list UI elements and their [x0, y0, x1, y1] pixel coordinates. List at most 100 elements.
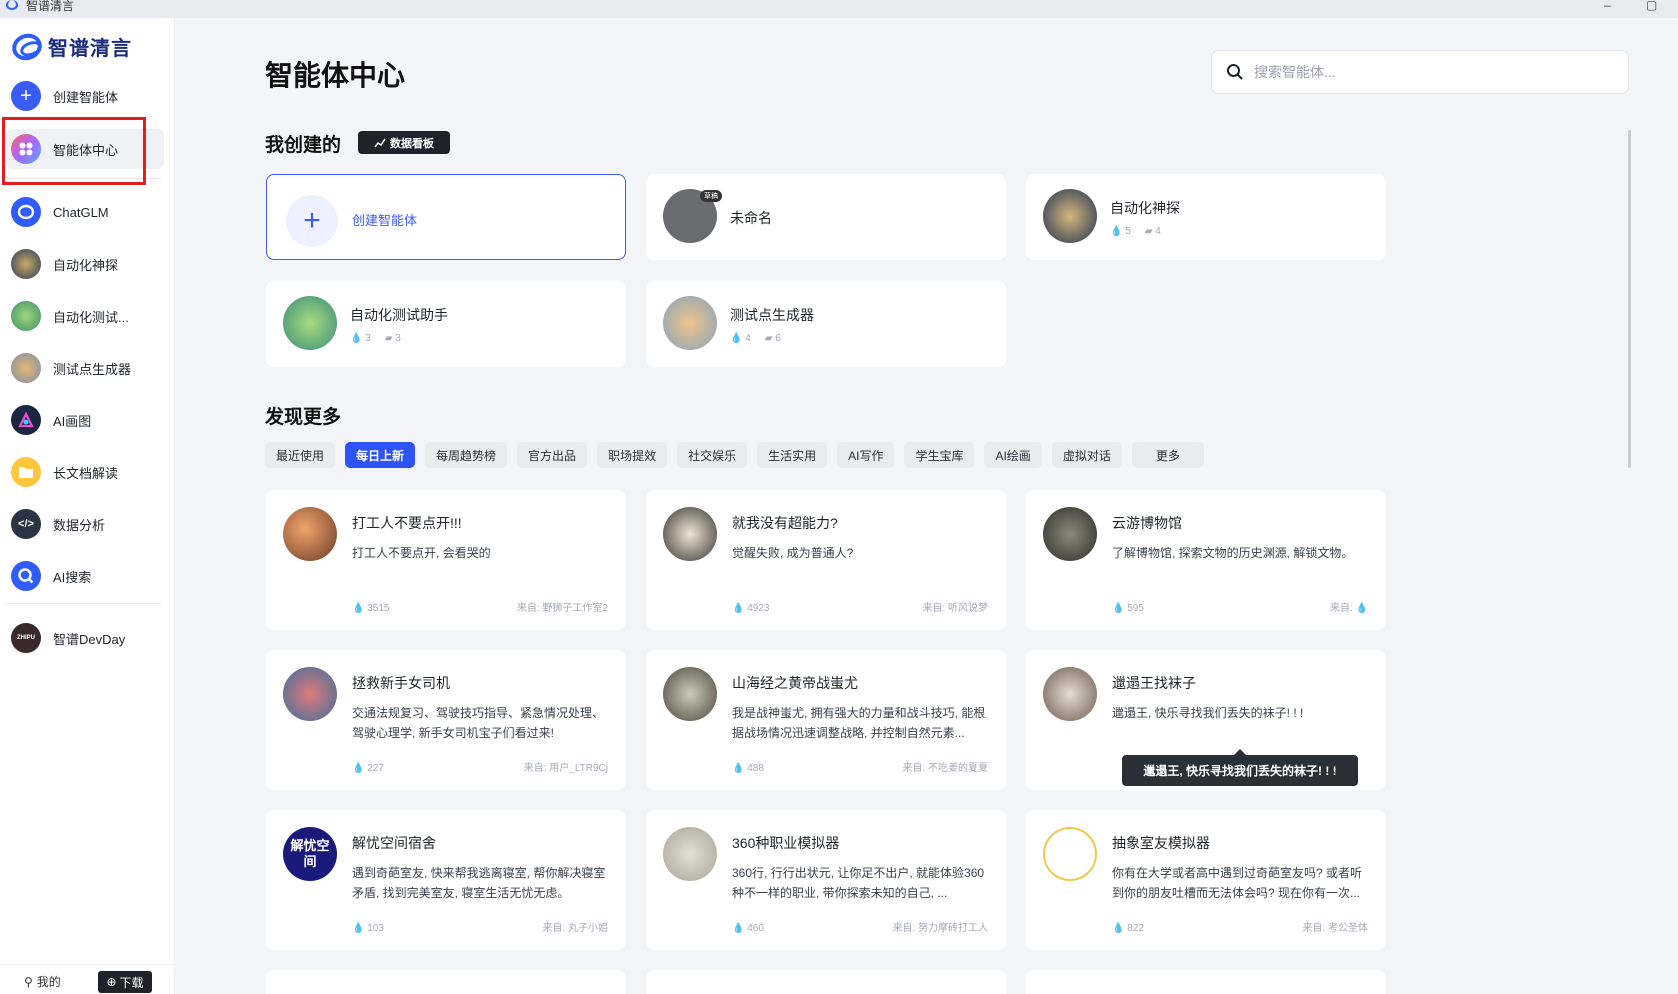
- agent-name: 就我没有超能力?: [732, 515, 838, 531]
- agent-card[interactable]: [266, 970, 626, 994]
- agent-name: 打工人不要点开!!!: [352, 515, 462, 531]
- usage-count: 💧 103: [352, 923, 384, 934]
- like-count: 💧 4: [730, 333, 751, 344]
- sidebar-item-create-agent[interactable]: + 创建智能体: [6, 76, 164, 116]
- user-icon: ⚲: [24, 974, 33, 989]
- agent-card[interactable]: 360种职业模拟器 360行, 行行出状元, 让你足不出户, 就能体验360种不…: [646, 810, 1006, 950]
- sidebar-item-ai-drawing[interactable]: AI画图: [6, 400, 164, 440]
- sidebar-item-label: AI搜索: [53, 569, 92, 585]
- agent-card[interactable]: [1026, 970, 1386, 994]
- tab-weekly-trend[interactable]: 每周趋势榜: [425, 442, 508, 468]
- agent-source: 来自: 不吃姜的夏夏: [902, 763, 988, 774]
- agent-name: 山海经之黄帝战蚩尤: [732, 675, 858, 691]
- search-input[interactable]: [1254, 64, 1594, 80]
- mine-label: 我的: [36, 975, 61, 989]
- usage-count: 💧 595: [1112, 603, 1144, 614]
- agent-card[interactable]: 抽象室友模拟器 你有在大学或者高中遇到过奇葩室友吗? 或者听到你的朋友吐槽而无法…: [1026, 810, 1386, 950]
- tab-workplace[interactable]: 职场提效: [597, 442, 668, 468]
- agent-avatar: [663, 296, 717, 350]
- sidebar-item-label: AI画图: [53, 413, 92, 429]
- my-agent-card[interactable]: 自动化测试助手 💧 3 ▰ 3: [266, 281, 626, 367]
- tab-official[interactable]: 官方出品: [517, 442, 588, 468]
- agent-source: 来自: 用户_LTR9Cj: [523, 763, 608, 774]
- tab-student[interactable]: 学生宝库: [904, 442, 975, 468]
- page-title: 智能体中心: [265, 60, 406, 91]
- minimize-button[interactable]: –: [1604, 0, 1611, 11]
- sidebar-item-ai-search[interactable]: AI搜索: [6, 556, 164, 596]
- draft-badge: 草稿: [700, 190, 722, 202]
- agent-source: 来自: 努力摩砖打工人: [892, 923, 988, 934]
- dashboard-label: 数据看板: [390, 137, 434, 150]
- my-agent-card[interactable]: 草稿 未命名: [646, 174, 1006, 260]
- agent-description: 觉醒失败, 成为普通人?: [732, 546, 854, 560]
- sidebar-item-auto-detective[interactable]: 自动化神探: [6, 244, 164, 284]
- agent-description: 了解博物馆, 探索文物的历史渊源, 解锁文物。: [1112, 546, 1354, 560]
- agent-avatar: [1043, 507, 1097, 561]
- like-count: 💧 5: [1110, 226, 1131, 237]
- tab-daily-new[interactable]: 每日上新: [345, 442, 416, 468]
- sidebar-item-data-analysis[interactable]: </> 数据分析: [6, 504, 164, 544]
- sidebar-item-long-doc[interactable]: 长文档解读: [6, 452, 164, 492]
- tab-ai-writing[interactable]: AI写作: [837, 442, 895, 468]
- tab-virtual-chat[interactable]: 虚拟对话: [1051, 442, 1122, 468]
- agent-description: 交通法规复习、驾驶技巧指导、紧急情况处理、驾驶心理学, 新手女司机宝子们看过来!: [352, 706, 605, 740]
- agent-avatar: [283, 507, 337, 561]
- agent-source: 来自: 考公圣体: [1302, 923, 1368, 934]
- my-agent-card[interactable]: 自动化神探 💧 5 ▰ 4: [1026, 174, 1386, 260]
- mine-button[interactable]: ⚲ 我的: [24, 973, 61, 990]
- agent-card[interactable]: 拯救新手女司机 交通法规复习、驾驶技巧指导、紧急情况处理、驾驶心理学, 新手女司…: [266, 650, 626, 790]
- usage-count: 💧 3515: [352, 603, 390, 614]
- usage-count: 💧 822: [1112, 923, 1144, 934]
- scrollbar[interactable]: [1628, 130, 1631, 468]
- agent-name: 测试点生成器: [730, 307, 814, 323]
- agent-card[interactable]: 解忧空间 解忧空间宿舍 遇到奇葩室友, 快来帮我逃离寝室, 帮你解决寝室矛盾, …: [266, 810, 626, 950]
- sidebar-item-label: 智谱DevDay: [53, 631, 126, 647]
- agent-stats: 💧 4 ▰ 6: [730, 333, 781, 344]
- dashboard-button[interactable]: 数据看板: [358, 131, 450, 154]
- sidebar-item-chatglm[interactable]: ChatGLM: [6, 192, 164, 232]
- tab-ai-drawing[interactable]: AI绘画: [984, 442, 1042, 468]
- maximize-button[interactable]: ▢: [1646, 0, 1657, 11]
- tab-more[interactable]: 更多: [1131, 442, 1204, 468]
- my-agent-card[interactable]: 测试点生成器 💧 4 ▰ 6: [646, 281, 1006, 367]
- create-agent-card[interactable]: + 创建智能体: [266, 174, 626, 260]
- tab-recent[interactable]: 最近使用: [265, 442, 336, 468]
- agent-name: 云游博物馆: [1112, 515, 1182, 531]
- window-titlebar: 智谱清言 – ▢: [0, 0, 1678, 18]
- agent-avatar: [663, 667, 717, 721]
- brand[interactable]: 智谱清言: [8, 29, 132, 64]
- usage-count: 💧 4923: [732, 603, 770, 614]
- tab-social[interactable]: 社交娱乐: [677, 442, 748, 468]
- sidebar-item-label: 长文档解读: [53, 465, 119, 481]
- sidebar-item-label: 测试点生成器: [53, 361, 132, 377]
- chart-icon: [374, 138, 386, 147]
- agent-card[interactable]: 山海经之黄帝战蚩尤 我是战神蚩尤, 拥有强大的力量和战斗技巧, 能根据战场情况迅…: [646, 650, 1006, 790]
- agent-source: 来自: 听风说梦: [922, 603, 988, 614]
- tab-life[interactable]: 生活实用: [757, 442, 828, 468]
- plus-icon: +: [11, 81, 41, 111]
- download-button[interactable]: ⊕ 下载: [98, 971, 152, 993]
- sidebar-item-testpoint-generator[interactable]: 测试点生成器: [6, 348, 164, 388]
- agent-card[interactable]: 就我没有超能力? 觉醒失败, 成为普通人? 💧 4923 来自: 听风说梦: [646, 490, 1006, 630]
- download-icon: ⊕: [106, 975, 117, 989]
- agent-card[interactable]: [646, 970, 1006, 994]
- sidebar-item-auto-test[interactable]: 自动化测试...: [6, 296, 164, 336]
- agent-card[interactable]: 云游博物馆 了解博物馆, 探索文物的历史渊源, 解锁文物。 💧 595 来自: …: [1026, 490, 1386, 630]
- agent-name: 抽象室友模拟器: [1112, 835, 1210, 851]
- agent-avatar: 解忧空间: [283, 827, 337, 881]
- auto-test-avatar: [11, 301, 41, 331]
- agent-description: 打工人不要点开, 会看哭的: [352, 546, 491, 560]
- agent-description: 360行, 行行出状元, 让你足不出户, 就能体验360种不一样的职业, 带你探…: [732, 866, 985, 900]
- sidebar-item-label: 数据分析: [53, 517, 106, 533]
- ai-search-icon: [11, 561, 41, 591]
- sidebar-item-devday[interactable]: ZHIPU 智谱DevDay: [6, 618, 164, 658]
- sidebar-item-label: 创建智能体: [53, 89, 119, 105]
- agent-card[interactable]: 打工人不要点开!!! 打工人不要点开, 会看哭的 💧 3515 来自: 野狮子工…: [266, 490, 626, 630]
- folder-icon: [11, 457, 41, 487]
- search-box[interactable]: [1211, 50, 1629, 94]
- sidebar-item-label: 自动化神探: [53, 257, 119, 273]
- water-drop-icon: 💧: [1355, 603, 1368, 614]
- plus-icon: +: [286, 195, 338, 247]
- agent-source: 来自: 野狮子工作室2: [516, 603, 608, 614]
- usage-count: 💧 488: [732, 763, 764, 774]
